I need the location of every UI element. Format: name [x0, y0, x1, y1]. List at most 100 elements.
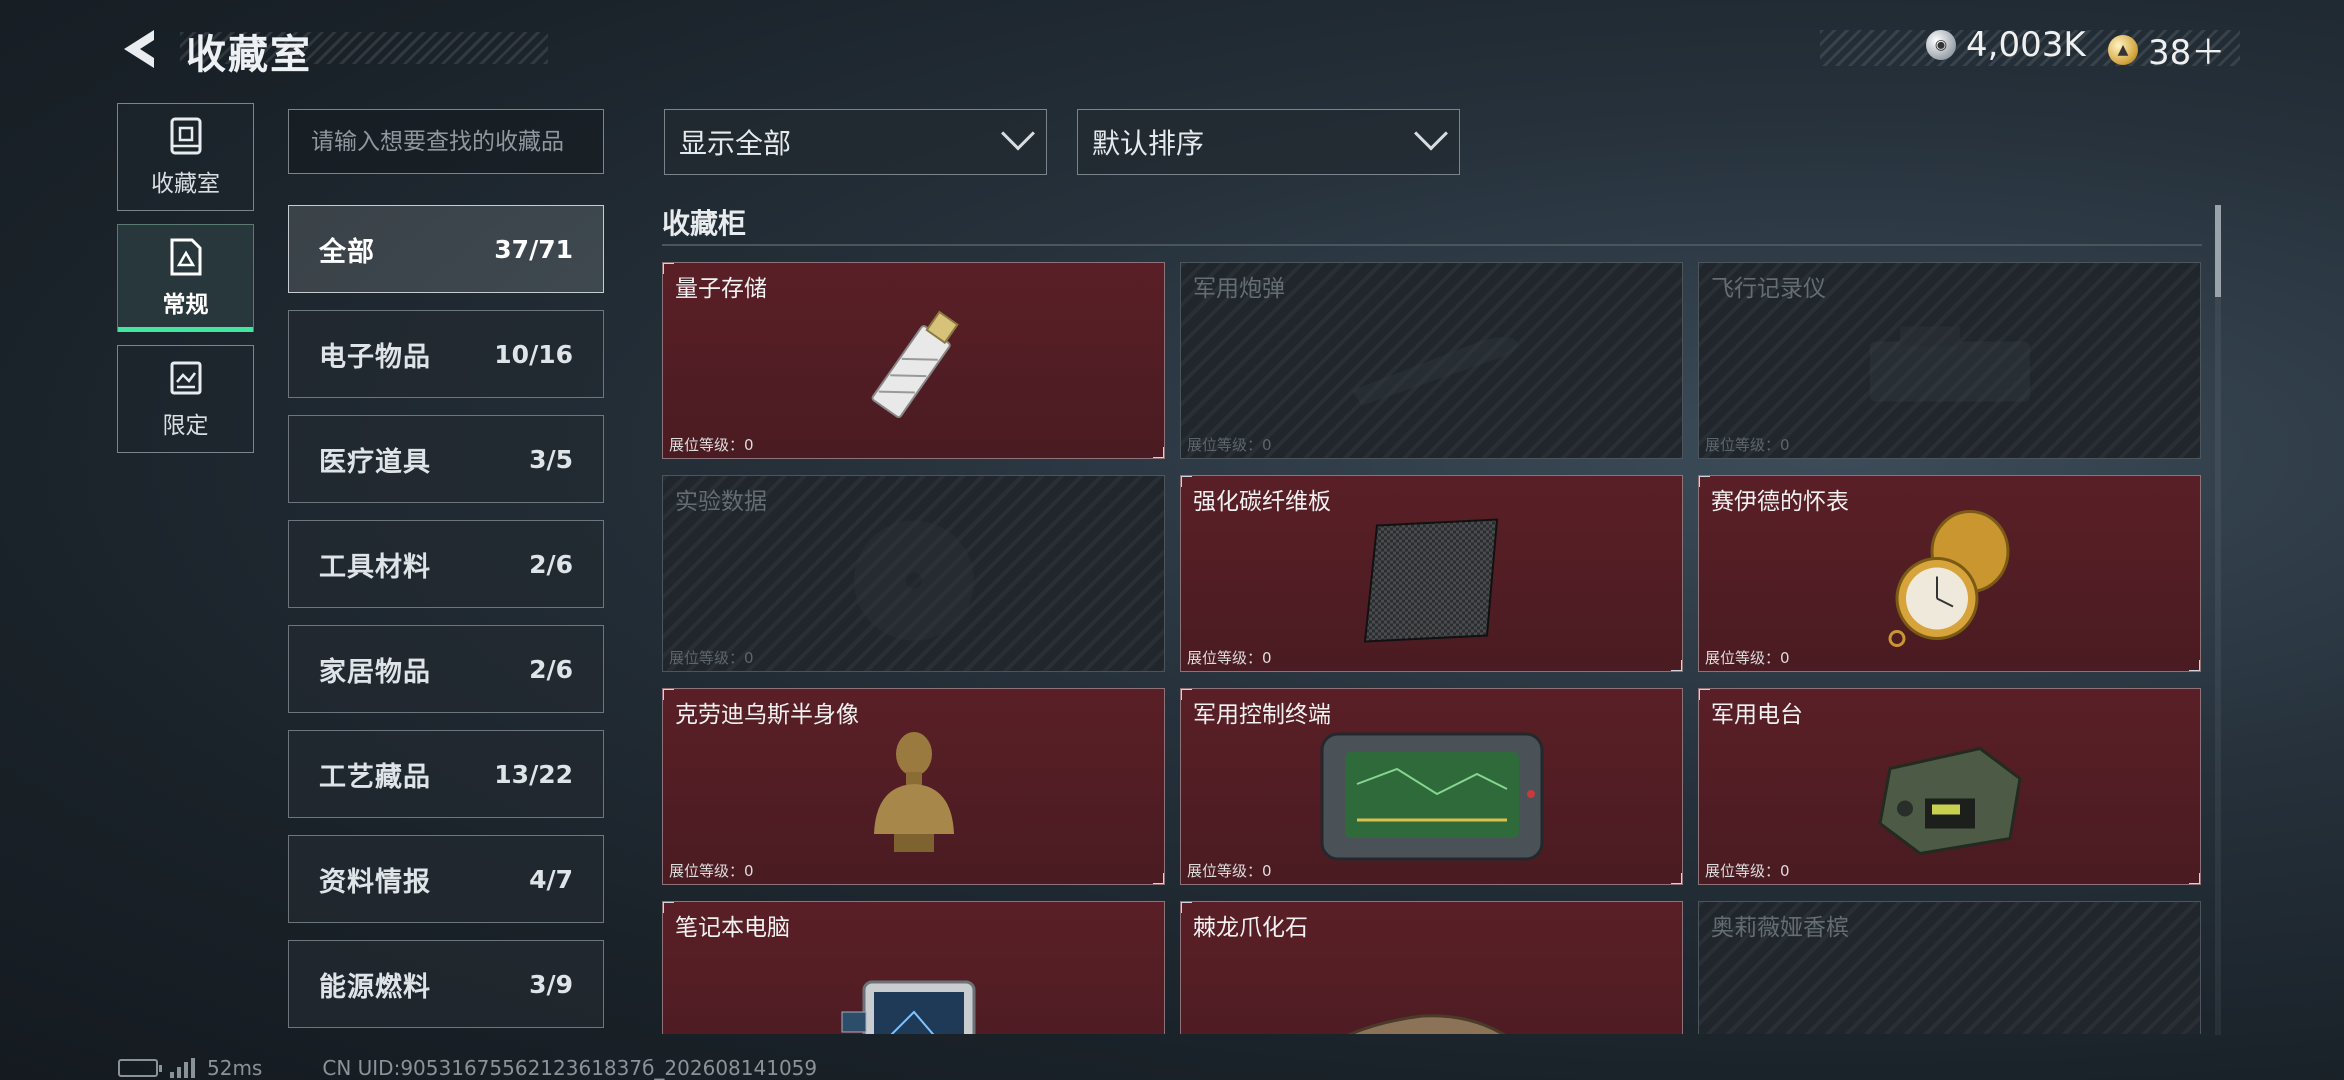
scrollbar-thumb[interactable]: [2215, 205, 2221, 297]
ping-value: 52ms: [207, 1056, 263, 1080]
item-card[interactable]: 笔记本电脑: [662, 901, 1165, 1034]
back-button[interactable]: [118, 26, 164, 72]
corner-mark: [1181, 902, 1192, 913]
cabinet-title: 收藏柜: [662, 207, 747, 240]
item-level: 展位等级：0: [669, 862, 754, 880]
nav-tab-limited[interactable]: 限定: [117, 345, 254, 453]
uid-text: CN UID:9053167556212361837б_202608141059: [322, 1056, 818, 1080]
category-all[interactable]: 全部 37/71: [288, 205, 604, 293]
category-count: 10/16: [494, 339, 573, 369]
section-divider: [662, 244, 2202, 246]
laptop-icon: [841, 980, 975, 1034]
disc-icon: [853, 520, 974, 640]
chevron-down-icon: [1414, 116, 1448, 151]
item-level: 展位等级：0: [669, 436, 754, 454]
currency-gold[interactable]: ▲ 38＋: [2108, 25, 2225, 74]
category-name: 资料情报: [319, 866, 431, 898]
terminal-icon: [1320, 732, 1543, 860]
item-name: 棘龙爪化石: [1193, 915, 1308, 941]
item-card[interactable]: 军用炮弹 展位等级：0: [1180, 262, 1683, 459]
category-count: 3/9: [529, 969, 573, 999]
collection-room-icon: [170, 117, 201, 155]
category-medical[interactable]: 医疗道具 3/5: [288, 415, 604, 503]
active-indicator: [118, 327, 253, 332]
item-level: 展位等级：0: [1705, 862, 1790, 880]
status-footer: 52ms CN UID:9053167556212361837б_2026081…: [118, 1056, 817, 1080]
category-intel[interactable]: 资料情报 4/7: [288, 835, 604, 923]
item-card[interactable]: 强化碳纤维板 展位等级：0: [1180, 475, 1683, 672]
corner-mark: [1671, 660, 1682, 671]
item-name: 强化碳纤维板: [1193, 489, 1331, 515]
category-crafts[interactable]: 工艺藏品 13/22: [288, 730, 604, 818]
item-card[interactable]: 克劳迪乌斯半身像 展位等级：0: [662, 688, 1165, 885]
item-card[interactable]: 棘龙爪化石: [1180, 901, 1683, 1034]
item-card[interactable]: 奥莉薇娅香槟: [1698, 901, 2201, 1034]
item-name: 军用控制终端: [1193, 702, 1331, 728]
search-input[interactable]: [288, 109, 604, 174]
item-card[interactable]: 军用控制终端 展位等级：0: [1180, 688, 1683, 885]
item-card[interactable]: 量子存储 展位等级：0: [662, 262, 1165, 459]
item-name: 笔记本电脑: [675, 915, 790, 941]
corner-mark: [663, 263, 674, 274]
category-name: 电子物品: [319, 341, 431, 373]
sort-dropdown[interactable]: 默认排序: [1077, 109, 1460, 175]
category-name: 能源燃料: [319, 971, 431, 1003]
category-count: 13/22: [494, 759, 573, 789]
item-level: 展位等级：0: [1187, 649, 1272, 667]
nav-label: 限定: [162, 413, 209, 439]
corner-mark: [1699, 689, 1710, 700]
item-level: 展位等级：0: [1705, 436, 1790, 454]
category-energy[interactable]: 能源燃料 3/9: [288, 940, 604, 1028]
corner-mark: [1699, 476, 1710, 487]
item-level: 展位等级：0: [1705, 649, 1790, 667]
category-count: 2/6: [529, 549, 573, 579]
corner-mark: [1153, 447, 1164, 458]
signal-icon: [170, 1058, 195, 1078]
corner-mark: [663, 902, 674, 913]
corner-mark: [1153, 873, 1164, 884]
item-card[interactable]: 赛伊德的怀表 展位等级：0: [1698, 475, 2201, 672]
flight-recorder-icon: [1869, 326, 2030, 401]
usb-drive-icon: [871, 310, 959, 418]
carbon-plate-icon: [1363, 517, 1498, 643]
category-name: 工具材料: [319, 551, 431, 583]
item-level: 展位等级：0: [1187, 436, 1272, 454]
item-name: 军用电台: [1711, 702, 1803, 728]
category-tools[interactable]: 工具材料 2/6: [288, 520, 604, 608]
regular-icon: [170, 238, 201, 276]
category-electronics[interactable]: 电子物品 10/16: [288, 310, 604, 398]
show-filter-dropdown[interactable]: 显示全部: [664, 109, 1047, 175]
scrollbar[interactable]: [2215, 205, 2221, 1035]
item-name: 量子存储: [675, 276, 767, 302]
category-count: 3/5: [529, 444, 573, 474]
item-level: 展位等级：0: [669, 649, 754, 667]
item-name: 飞行记录仪: [1711, 276, 1826, 302]
shell-icon: [1351, 336, 1517, 405]
back-arrow-icon: [124, 30, 154, 68]
claw-fossil-icon: [1345, 1013, 1506, 1034]
nav-label: 常规: [162, 292, 209, 318]
category-name: 工艺藏品: [319, 761, 431, 793]
nav-label: 收藏室: [151, 171, 220, 197]
radio-icon: [1877, 746, 2022, 855]
dropdown-label: 显示全部: [679, 127, 792, 160]
item-card[interactable]: 飞行记录仪 展位等级：0: [1698, 262, 2201, 459]
corner-mark: [1671, 873, 1682, 884]
item-name: 军用炮弹: [1193, 276, 1285, 302]
nav-tab-collection-room[interactable]: 收藏室: [117, 103, 254, 211]
currency-silver-value: 4,003K: [1966, 25, 2086, 65]
category-name: 医疗道具: [319, 446, 431, 478]
chevron-down-icon: [1001, 116, 1035, 151]
category-count: 4/7: [529, 864, 573, 894]
category-count: 2/6: [529, 654, 573, 684]
item-name: 赛伊德的怀表: [1711, 489, 1849, 515]
corner-mark: [1181, 476, 1192, 487]
category-household[interactable]: 家居物品 2/6: [288, 625, 604, 713]
item-card[interactable]: 实验数据 展位等级：0: [662, 475, 1165, 672]
battery-icon: [118, 1059, 162, 1077]
item-level: 展位等级：0: [1187, 862, 1272, 880]
nav-tab-regular[interactable]: 常规: [117, 224, 254, 332]
currency-silver: ◉ 4,003K: [1926, 25, 2086, 65]
item-card[interactable]: 军用电台 展位等级：0: [1698, 688, 2201, 885]
item-name: 实验数据: [675, 489, 767, 515]
